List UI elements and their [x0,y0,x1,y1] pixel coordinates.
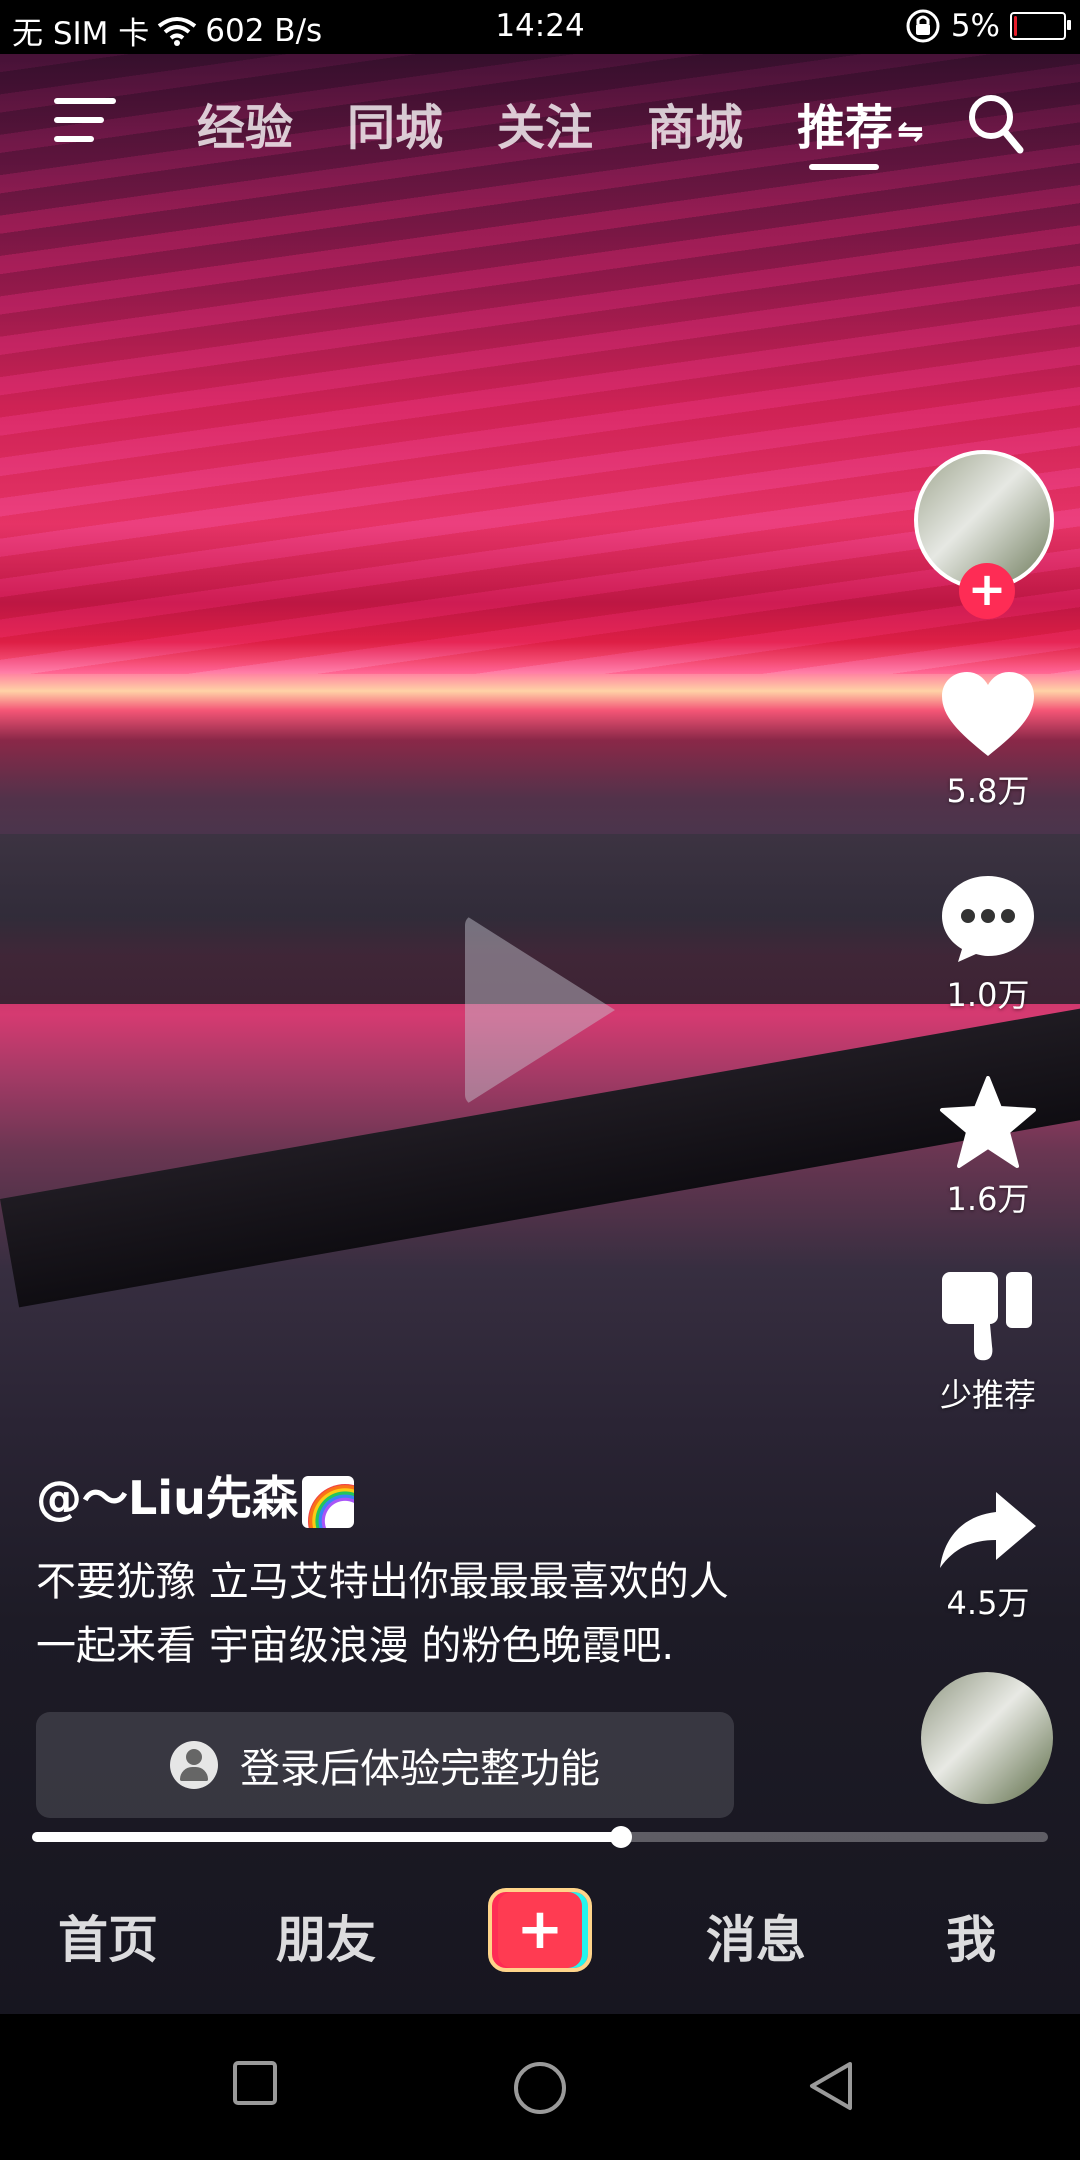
progress-fill [32,1832,622,1842]
login-prompt-button[interactable]: 登录后体验完整功能 [36,1712,734,1818]
plus-icon: + [516,1897,564,1962]
video-caption: 不要犹豫 立马艾特出你最最最喜欢的人 一起来看 宇宙级浪漫 的粉色晚霞吧. [36,1550,729,1678]
tab-me[interactable]: 我 [946,1900,996,1972]
battery-fill [1014,16,1018,36]
favorite-count: 1.6万 [946,1180,1030,1218]
create-button[interactable]: + [488,1888,592,1972]
caption-line-1: 不要犹豫 立马艾特出你最最最喜欢的人 [36,1559,729,1605]
status-left: 无 SIM 卡 602 B/s [12,8,322,53]
music-disc-avatar[interactable] [921,1672,1053,1804]
author-username[interactable]: @～Liu先森 [36,1462,354,1528]
wifi-icon [158,16,197,46]
bottom-tab-bar: 首页 朋友 + 消息 我 [0,1870,1080,1994]
back-triangle-icon[interactable] [806,2060,854,2112]
swap-arrows-icon: ⇋ [897,112,924,150]
status-bar: 无 SIM 卡 602 B/s 14:24 5% [0,0,1080,54]
share-button[interactable]: 4.5万 [918,1488,1058,1624]
hamburger-menu-icon[interactable] [54,98,116,148]
caption-line-2: 一起来看 宇宙级浪漫 的粉色晚霞吧. [36,1623,675,1669]
tab-mall[interactable]: 商城 [647,88,743,158]
status-right: 5% [905,8,1071,44]
user-icon [170,1741,218,1789]
top-nav: 经验 同城 关注 商城 推荐 ⇋ [0,86,1080,176]
rainbow-emoji-icon [301,1475,354,1528]
like-count: 5.8万 [946,772,1030,810]
tab-recommend[interactable]: 推荐 ⇋ [797,88,924,170]
tab-local[interactable]: 同城 [347,88,443,158]
network-speed: 602 B/s [205,12,323,49]
video-progress-bar[interactable] [32,1826,1048,1848]
battery-icon [1010,12,1071,40]
star-icon [940,1076,1036,1168]
dislike-button[interactable]: 少推荐 [918,1268,1058,1416]
comment-count: 1.0万 [946,976,1030,1014]
carrier-text: 无 SIM 卡 [12,16,150,52]
tab-following[interactable]: 关注 [497,88,593,158]
system-nav-bar [0,2014,1080,2160]
comment-button[interactable]: 1.0万 [918,872,1058,1016]
home-circle-icon[interactable] [512,2060,568,2116]
battery-percent: 5% [950,8,1000,44]
tab-messages[interactable]: 消息 [706,1900,806,1972]
share-count: 4.5万 [946,1584,1030,1622]
comment-icon [942,876,1034,962]
play-icon[interactable] [465,915,615,1105]
heart-icon [942,672,1034,756]
recent-apps-icon[interactable] [232,2060,278,2106]
tab-friends[interactable]: 朋友 [276,1900,376,1972]
like-button[interactable]: 5.8万 [918,670,1058,812]
login-prompt-text: 登录后体验完整功能 [240,1746,600,1792]
thumbs-down-icon [942,1272,1032,1361]
dislike-label: 少推荐 [939,1376,1036,1414]
tab-home[interactable]: 首页 [58,1900,158,1972]
share-arrow-icon [940,1492,1036,1568]
search-icon[interactable] [966,92,1024,156]
username-text: @～Liu先森 [36,1471,298,1525]
tab-recommend-label: 推荐 [797,100,894,156]
favorite-button[interactable]: 1.6万 [918,1076,1058,1220]
rotation-lock-icon [906,9,940,43]
active-tab-indicator [809,164,879,170]
follow-button[interactable]: + [959,563,1015,619]
tab-experience[interactable]: 经验 [197,88,293,158]
